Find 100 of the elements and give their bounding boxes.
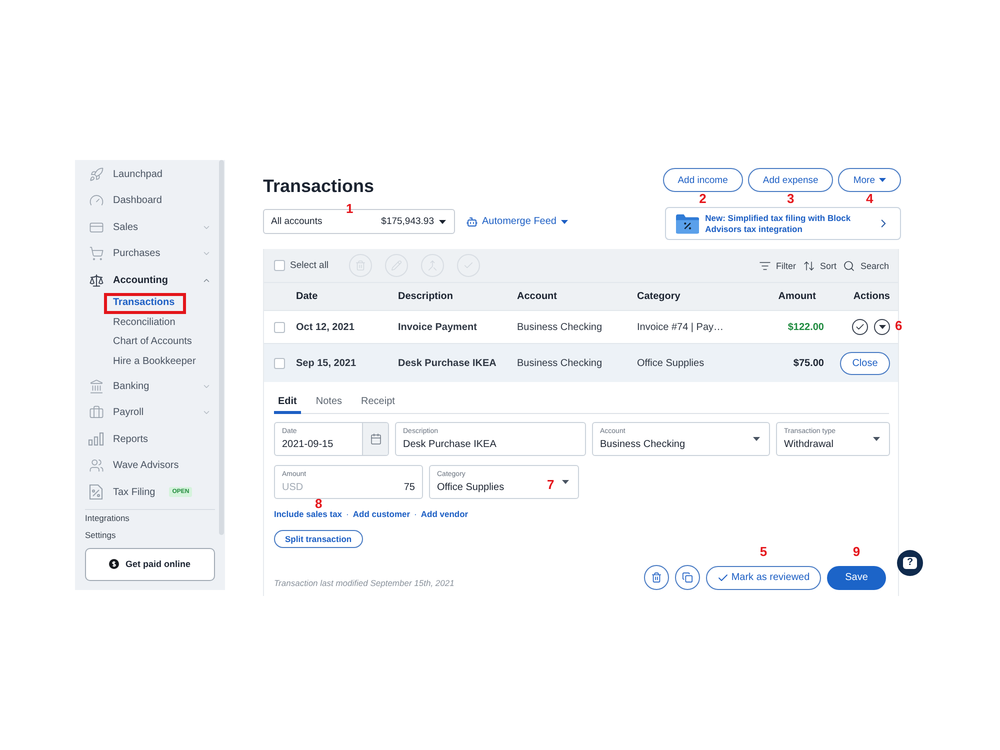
sidebar-item[interactable]: Banking bbox=[75, 373, 225, 400]
copy-icon bbox=[682, 572, 693, 583]
mark-reviewed-button[interactable]: Mark as reviewed bbox=[706, 566, 821, 590]
table-cell: $75.00 bbox=[793, 358, 824, 368]
delete-button[interactable] bbox=[644, 565, 669, 590]
sidebar-item[interactable]: Wave Advisors bbox=[75, 452, 225, 479]
pencil-icon bbox=[390, 260, 402, 271]
column-header: Description bbox=[398, 291, 454, 302]
sort-icon bbox=[802, 260, 815, 272]
sidebar-subitem[interactable]: Hire a Bookkeeper bbox=[113, 356, 196, 368]
caret-icon bbox=[753, 437, 760, 441]
promo-banner[interactable]: New: Simplified tax filing with Block Advisors tax integration bbox=[665, 207, 901, 240]
sidebar-link[interactable]: Integrations bbox=[75, 510, 130, 526]
people-icon bbox=[88, 458, 104, 474]
mark-reviewed-button[interactable] bbox=[852, 319, 868, 335]
calendar-button[interactable] bbox=[362, 423, 388, 455]
gauge-icon bbox=[88, 193, 104, 208]
trash-icon bbox=[354, 260, 366, 271]
add-button[interactable]: Add income bbox=[662, 168, 743, 192]
tab[interactable]: Notes bbox=[312, 392, 346, 414]
table-row[interactable]: Sep 15, 2021 Desk Purchase IKEA Business Checking Office Supplies $75.00 Close bbox=[264, 343, 898, 382]
search-icon bbox=[843, 260, 856, 272]
table-cell: Office Supplies bbox=[637, 358, 704, 368]
sidebar-item[interactable]: Accounting bbox=[75, 267, 225, 294]
percent-folder-icon bbox=[676, 214, 700, 234]
bar-chart-icon bbox=[88, 432, 104, 446]
table-cell: Desk Purchase IKEA bbox=[398, 358, 496, 368]
callout-number: 6 bbox=[895, 319, 902, 332]
sidebar-subitem[interactable]: Transactions bbox=[113, 297, 175, 310]
link[interactable]: Add customer bbox=[352, 509, 410, 520]
save-button[interactable]: Save bbox=[827, 566, 886, 590]
link-separator: · bbox=[414, 509, 417, 520]
merge-icon bbox=[426, 260, 438, 271]
close-button[interactable]: Close bbox=[840, 352, 890, 374]
search-button[interactable]: Search bbox=[843, 260, 889, 272]
calendar-icon bbox=[370, 433, 382, 445]
caret-icon bbox=[560, 220, 568, 224]
banner-text: New: Simplified tax filing with Block Advisors tax integration bbox=[705, 212, 852, 234]
tab[interactable]: Edit bbox=[274, 392, 301, 414]
column-header: Account bbox=[517, 291, 557, 302]
duplicate-button[interactable] bbox=[675, 565, 700, 590]
caret-icon bbox=[562, 480, 569, 484]
link-separator: · bbox=[346, 509, 349, 520]
select-all-label: Select all bbox=[290, 260, 329, 271]
row-menu-button[interactable] bbox=[874, 319, 890, 335]
get-paid-button[interactable]: Get paid online bbox=[85, 548, 215, 580]
column-header: Actions bbox=[853, 291, 891, 302]
select-all-checkbox[interactable] bbox=[274, 260, 285, 271]
sidebar-item[interactable]: Purchases bbox=[75, 240, 225, 267]
callout-number: 2 bbox=[699, 192, 706, 205]
split-transaction-button[interactable]: Split transaction bbox=[274, 530, 363, 548]
tab[interactable]: Receipt bbox=[357, 392, 399, 414]
sidebar-item[interactable]: Payroll bbox=[75, 400, 225, 426]
caret-icon bbox=[879, 178, 886, 182]
sort-button[interactable]: Sort bbox=[802, 260, 836, 272]
row-checkbox[interactable] bbox=[274, 358, 285, 368]
filter-icon bbox=[758, 260, 771, 272]
column-header: Category bbox=[637, 291, 680, 302]
sidebar-item[interactable]: Launchpad bbox=[75, 161, 225, 188]
sidebar-item[interactable]: Sales bbox=[75, 214, 225, 240]
cart-icon bbox=[88, 246, 104, 262]
add-button[interactable]: Add expense bbox=[748, 168, 834, 192]
check-icon bbox=[717, 572, 730, 584]
sidebar-subitem[interactable]: Reconciliation bbox=[113, 316, 176, 329]
link[interactable]: Add vendor bbox=[420, 509, 468, 520]
table-cell: Business Checking bbox=[517, 322, 602, 332]
help-button[interactable]: ? bbox=[897, 550, 923, 576]
filter-button[interactable]: Filter bbox=[758, 260, 796, 272]
column-header: Date bbox=[296, 291, 318, 302]
sidebar-item[interactable]: Reports bbox=[75, 426, 225, 452]
scale-icon bbox=[88, 272, 104, 288]
caret-icon bbox=[878, 325, 886, 329]
bank-icon bbox=[88, 378, 104, 394]
column-header: Amount bbox=[778, 291, 817, 302]
more-menu-button[interactable]: More bbox=[838, 168, 901, 192]
caret-icon bbox=[439, 220, 446, 224]
callout-number: 3 bbox=[787, 192, 794, 205]
callout-number: 9 bbox=[852, 544, 860, 558]
page-title: Transactions bbox=[263, 175, 374, 197]
briefcase-icon bbox=[88, 405, 104, 420]
check-icon bbox=[462, 260, 474, 271]
link[interactable]: Include sales tax bbox=[274, 509, 342, 520]
sidebar-item[interactable]: Dashboard bbox=[75, 188, 225, 214]
rocket-icon bbox=[88, 166, 104, 182]
callout-number: 8 bbox=[315, 497, 322, 510]
table-cell: $122.00 bbox=[788, 322, 824, 332]
check-icon bbox=[855, 322, 865, 332]
callout-number: 5 bbox=[760, 544, 768, 558]
caret-icon bbox=[873, 437, 880, 441]
percent-document-icon bbox=[89, 484, 103, 500]
table-cell: Invoice Payment bbox=[398, 322, 477, 332]
callout-number: 4 bbox=[866, 192, 874, 205]
feed-menu[interactable]: Automerge Feed bbox=[466, 216, 568, 228]
callout-number: 7 bbox=[547, 478, 554, 491]
row-checkbox[interactable] bbox=[274, 322, 285, 332]
table-cell: Oct 12, 2021 bbox=[296, 322, 354, 332]
trash-icon bbox=[651, 572, 662, 583]
card-icon bbox=[88, 220, 104, 235]
sidebar-subitem[interactable]: Chart of Accounts bbox=[113, 336, 192, 348]
sidebar-link[interactable]: Settings bbox=[75, 526, 116, 544]
